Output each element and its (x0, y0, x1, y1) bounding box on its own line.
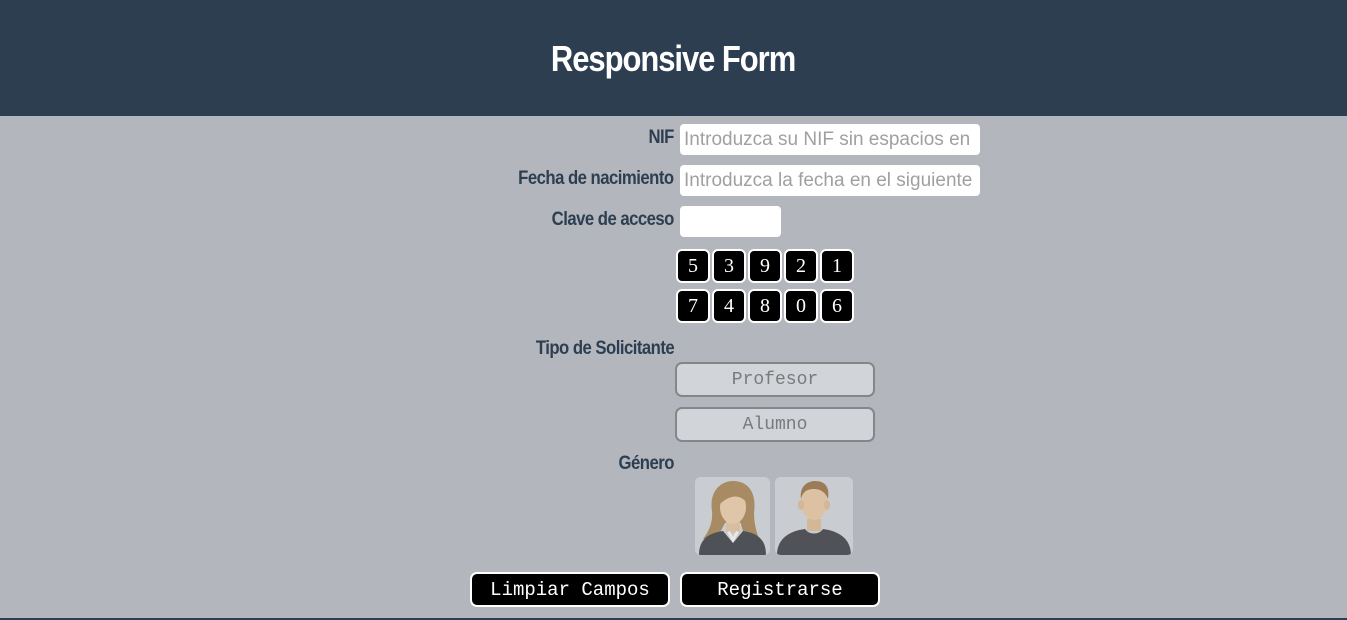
clear-fields-button[interactable]: Limpiar Campos (470, 572, 670, 607)
birthdate-label: Fecha de nacimiento (518, 168, 675, 189)
nif-label: NIF (648, 127, 675, 148)
male-avatar-icon (775, 477, 853, 555)
female-avatar-option[interactable] (695, 477, 770, 555)
keypad-key[interactable]: 7 (676, 289, 710, 323)
keypad-key[interactable]: 0 (784, 289, 818, 323)
access-key-input[interactable] (680, 206, 781, 237)
keypad-key[interactable]: 2 (784, 249, 818, 283)
keypad-key[interactable]: 1 (820, 249, 854, 283)
page-header: Responsive Form (0, 0, 1347, 116)
keypad-key[interactable]: 6 (820, 289, 854, 323)
keypad-key[interactable]: 4 (712, 289, 746, 323)
page-title: Responsive Form (551, 37, 796, 79)
keypad-key[interactable]: 5 (676, 249, 710, 283)
birthdate-input[interactable] (680, 165, 980, 196)
register-button[interactable]: Registrarse (680, 572, 880, 607)
keypad-key[interactable]: 9 (748, 249, 782, 283)
keypad-key[interactable]: 8 (748, 289, 782, 323)
nif-input[interactable] (680, 124, 980, 155)
alumno-option-button[interactable]: Alumno (675, 407, 875, 442)
female-avatar-icon (695, 477, 770, 555)
keypad-key[interactable]: 3 (712, 249, 746, 283)
access-key-label: Clave de acceso (551, 209, 675, 230)
profesor-option-button[interactable]: Profesor (675, 362, 875, 397)
applicant-type-label: Tipo de Solicitante (535, 338, 675, 359)
male-avatar-option[interactable] (775, 477, 853, 555)
gender-label: Género (618, 453, 675, 474)
